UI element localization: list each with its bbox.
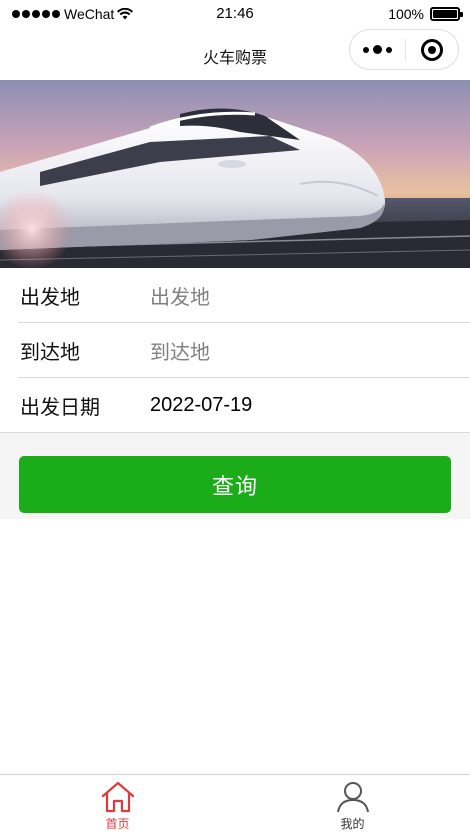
user-icon	[336, 782, 369, 813]
date-picker[interactable]: 2022-07-19	[150, 394, 252, 417]
tab-mine[interactable]: 我的	[235, 775, 470, 836]
tab-home-label: 首页	[105, 817, 130, 831]
arrival-input[interactable]: 到达地	[150, 336, 210, 365]
battery-percent: 100%	[388, 6, 424, 22]
tab-mine-label: 我的	[340, 817, 365, 831]
ticket-search-form: 出发地 出发地 到达地 到达地 出发日期 2022-07-19	[0, 268, 470, 433]
home-icon	[101, 781, 134, 813]
train-illustration	[0, 80, 470, 268]
departure-row[interactable]: 出发地 出发地	[0, 268, 470, 323]
miniprogram-capsule	[349, 29, 459, 70]
battery-icon	[430, 7, 463, 21]
date-row[interactable]: 出发日期 2022-07-19	[0, 378, 470, 433]
navigation-bar: 火车购票	[0, 28, 470, 80]
query-area: 查询	[0, 432, 470, 519]
tab-bar: 首页 我的	[0, 774, 470, 836]
target-icon	[421, 38, 443, 61]
more-icon[interactable]	[350, 45, 405, 54]
arrival-row[interactable]: 到达地 到达地	[0, 323, 470, 378]
query-button[interactable]: 查询	[19, 456, 451, 513]
close-miniprogram-button[interactable]	[406, 38, 458, 61]
banner-image	[0, 80, 470, 268]
departure-label: 出发地	[20, 287, 80, 309]
arrival-label: 到达地	[20, 342, 80, 364]
battery-status: 100%	[388, 6, 463, 22]
date-label: 出发日期	[20, 397, 100, 419]
departure-input[interactable]: 出发地	[150, 281, 210, 310]
status-bar: WeChat 21:46 100%	[0, 0, 470, 28]
tab-home[interactable]: 首页	[0, 775, 235, 836]
